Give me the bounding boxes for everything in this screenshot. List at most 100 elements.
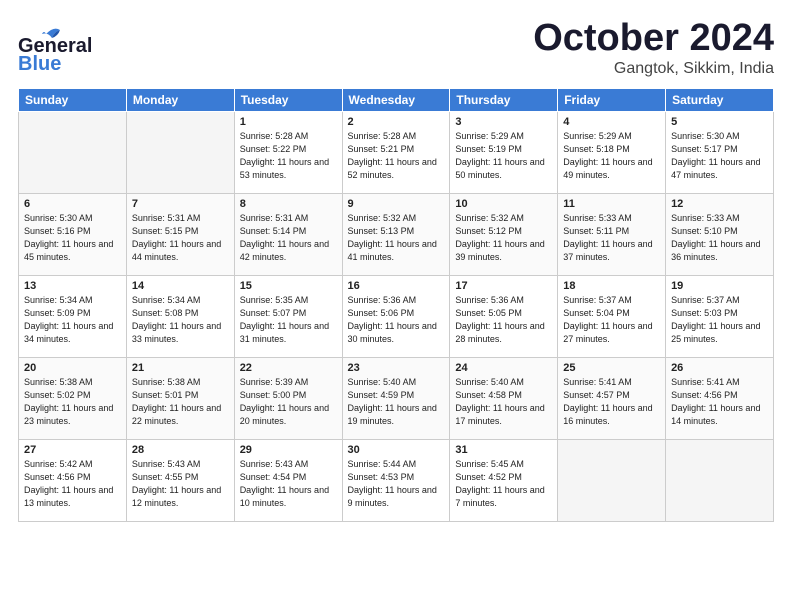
sunrise-label: Sunrise: 5:29 AM: [563, 131, 632, 141]
sunrise-label: Sunrise: 5:30 AM: [671, 131, 740, 141]
day-number: 16: [348, 280, 445, 292]
sunset-label: Sunset: 5:14 PM: [240, 226, 307, 236]
cell-info: Sunrise: 5:45 AM Sunset: 4:52 PM Dayligh…: [455, 458, 552, 510]
logo-bird-container: General Blue: [18, 18, 70, 70]
sunset-label: Sunset: 5:21 PM: [348, 144, 415, 154]
day-number: 4: [563, 116, 660, 128]
sunrise-label: Sunrise: 5:41 AM: [563, 377, 632, 387]
sunset-label: Sunset: 5:03 PM: [671, 308, 738, 318]
daylight-label: Daylight: 11 hours and 44 minutes.: [132, 239, 221, 262]
cell-info: Sunrise: 5:40 AM Sunset: 4:58 PM Dayligh…: [455, 376, 552, 428]
sunset-label: Sunset: 5:02 PM: [24, 390, 91, 400]
daylight-label: Daylight: 11 hours and 7 minutes.: [455, 485, 544, 508]
cell-info: Sunrise: 5:37 AM Sunset: 5:03 PM Dayligh…: [671, 294, 768, 346]
weekday-header-wednesday: Wednesday: [342, 88, 450, 111]
calendar-cell: [666, 439, 774, 521]
sunset-label: Sunset: 5:04 PM: [563, 308, 630, 318]
calendar-cell: [126, 111, 234, 193]
calendar-week-row: 6 Sunrise: 5:30 AM Sunset: 5:16 PM Dayli…: [19, 193, 774, 275]
sunset-label: Sunset: 4:53 PM: [348, 472, 415, 482]
cell-info: Sunrise: 5:32 AM Sunset: 5:12 PM Dayligh…: [455, 212, 552, 264]
weekday-header-saturday: Saturday: [666, 88, 774, 111]
cell-info: Sunrise: 5:34 AM Sunset: 5:08 PM Dayligh…: [132, 294, 229, 346]
logo-container: General Blue: [18, 18, 70, 70]
sunrise-label: Sunrise: 5:31 AM: [240, 213, 309, 223]
month-title: October 2024: [533, 18, 774, 60]
day-number: 3: [455, 116, 552, 128]
day-number: 29: [240, 444, 337, 456]
day-number: 26: [671, 362, 768, 374]
sunrise-label: Sunrise: 5:40 AM: [455, 377, 524, 387]
sunset-label: Sunset: 5:17 PM: [671, 144, 738, 154]
daylight-label: Daylight: 11 hours and 33 minutes.: [132, 321, 221, 344]
calendar-cell: 7 Sunrise: 5:31 AM Sunset: 5:15 PM Dayli…: [126, 193, 234, 275]
sunrise-label: Sunrise: 5:38 AM: [24, 377, 93, 387]
calendar-cell: 24 Sunrise: 5:40 AM Sunset: 4:58 PM Dayl…: [450, 357, 558, 439]
cell-info: Sunrise: 5:42 AM Sunset: 4:56 PM Dayligh…: [24, 458, 121, 510]
weekday-header-sunday: Sunday: [19, 88, 127, 111]
sunset-label: Sunset: 5:15 PM: [132, 226, 199, 236]
daylight-label: Daylight: 11 hours and 42 minutes.: [240, 239, 329, 262]
page: General Blue October 2024 Gangtok, Sikki…: [0, 0, 792, 612]
cell-info: Sunrise: 5:43 AM Sunset: 4:55 PM Dayligh…: [132, 458, 229, 510]
daylight-label: Daylight: 11 hours and 19 minutes.: [348, 403, 437, 426]
day-number: 10: [455, 198, 552, 210]
sunset-label: Sunset: 4:59 PM: [348, 390, 415, 400]
daylight-label: Daylight: 11 hours and 23 minutes.: [24, 403, 113, 426]
day-number: 23: [348, 362, 445, 374]
sunrise-label: Sunrise: 5:28 AM: [348, 131, 417, 141]
calendar-cell: 5 Sunrise: 5:30 AM Sunset: 5:17 PM Dayli…: [666, 111, 774, 193]
daylight-label: Daylight: 11 hours and 39 minutes.: [455, 239, 544, 262]
calendar-cell: 19 Sunrise: 5:37 AM Sunset: 5:03 PM Dayl…: [666, 275, 774, 357]
cell-info: Sunrise: 5:31 AM Sunset: 5:15 PM Dayligh…: [132, 212, 229, 264]
calendar-week-row: 1 Sunrise: 5:28 AM Sunset: 5:22 PM Dayli…: [19, 111, 774, 193]
cell-info: Sunrise: 5:41 AM Sunset: 4:57 PM Dayligh…: [563, 376, 660, 428]
cell-info: Sunrise: 5:44 AM Sunset: 4:53 PM Dayligh…: [348, 458, 445, 510]
sunset-label: Sunset: 5:07 PM: [240, 308, 307, 318]
sunrise-label: Sunrise: 5:45 AM: [455, 459, 524, 469]
calendar-table: SundayMondayTuesdayWednesdayThursdayFrid…: [18, 88, 774, 522]
daylight-label: Daylight: 11 hours and 13 minutes.: [24, 485, 113, 508]
daylight-label: Daylight: 11 hours and 52 minutes.: [348, 157, 437, 180]
sunset-label: Sunset: 5:22 PM: [240, 144, 307, 154]
daylight-label: Daylight: 11 hours and 22 minutes.: [132, 403, 221, 426]
sunrise-label: Sunrise: 5:42 AM: [24, 459, 93, 469]
cell-info: Sunrise: 5:33 AM Sunset: 5:11 PM Dayligh…: [563, 212, 660, 264]
cell-info: Sunrise: 5:38 AM Sunset: 5:01 PM Dayligh…: [132, 376, 229, 428]
calendar-cell: 25 Sunrise: 5:41 AM Sunset: 4:57 PM Dayl…: [558, 357, 666, 439]
cell-info: Sunrise: 5:36 AM Sunset: 5:06 PM Dayligh…: [348, 294, 445, 346]
day-number: 17: [455, 280, 552, 292]
sunset-label: Sunset: 5:08 PM: [132, 308, 199, 318]
daylight-label: Daylight: 11 hours and 16 minutes.: [563, 403, 652, 426]
daylight-label: Daylight: 11 hours and 30 minutes.: [348, 321, 437, 344]
sunset-label: Sunset: 5:06 PM: [348, 308, 415, 318]
calendar-cell: 22 Sunrise: 5:39 AM Sunset: 5:00 PM Dayl…: [234, 357, 342, 439]
day-number: 20: [24, 362, 121, 374]
daylight-label: Daylight: 11 hours and 12 minutes.: [132, 485, 221, 508]
day-number: 8: [240, 198, 337, 210]
calendar-cell: 31 Sunrise: 5:45 AM Sunset: 4:52 PM Dayl…: [450, 439, 558, 521]
daylight-label: Daylight: 11 hours and 45 minutes.: [24, 239, 113, 262]
day-number: 5: [671, 116, 768, 128]
day-number: 15: [240, 280, 337, 292]
weekday-header-tuesday: Tuesday: [234, 88, 342, 111]
daylight-label: Daylight: 11 hours and 53 minutes.: [240, 157, 329, 180]
cell-info: Sunrise: 5:29 AM Sunset: 5:18 PM Dayligh…: [563, 130, 660, 182]
sunrise-label: Sunrise: 5:35 AM: [240, 295, 309, 305]
day-number: 19: [671, 280, 768, 292]
sunrise-label: Sunrise: 5:39 AM: [240, 377, 309, 387]
sunrise-label: Sunrise: 5:34 AM: [24, 295, 93, 305]
day-number: 6: [24, 198, 121, 210]
daylight-label: Daylight: 11 hours and 27 minutes.: [563, 321, 652, 344]
cell-info: Sunrise: 5:43 AM Sunset: 4:54 PM Dayligh…: [240, 458, 337, 510]
calendar-week-row: 20 Sunrise: 5:38 AM Sunset: 5:02 PM Dayl…: [19, 357, 774, 439]
daylight-label: Daylight: 11 hours and 25 minutes.: [671, 321, 760, 344]
daylight-label: Daylight: 11 hours and 41 minutes.: [348, 239, 437, 262]
daylight-label: Daylight: 11 hours and 20 minutes.: [240, 403, 329, 426]
cell-info: Sunrise: 5:29 AM Sunset: 5:19 PM Dayligh…: [455, 130, 552, 182]
calendar-cell: 14 Sunrise: 5:34 AM Sunset: 5:08 PM Dayl…: [126, 275, 234, 357]
cell-info: Sunrise: 5:30 AM Sunset: 5:16 PM Dayligh…: [24, 212, 121, 264]
calendar-cell: 26 Sunrise: 5:41 AM Sunset: 4:56 PM Dayl…: [666, 357, 774, 439]
calendar-cell: 28 Sunrise: 5:43 AM Sunset: 4:55 PM Dayl…: [126, 439, 234, 521]
day-number: 28: [132, 444, 229, 456]
